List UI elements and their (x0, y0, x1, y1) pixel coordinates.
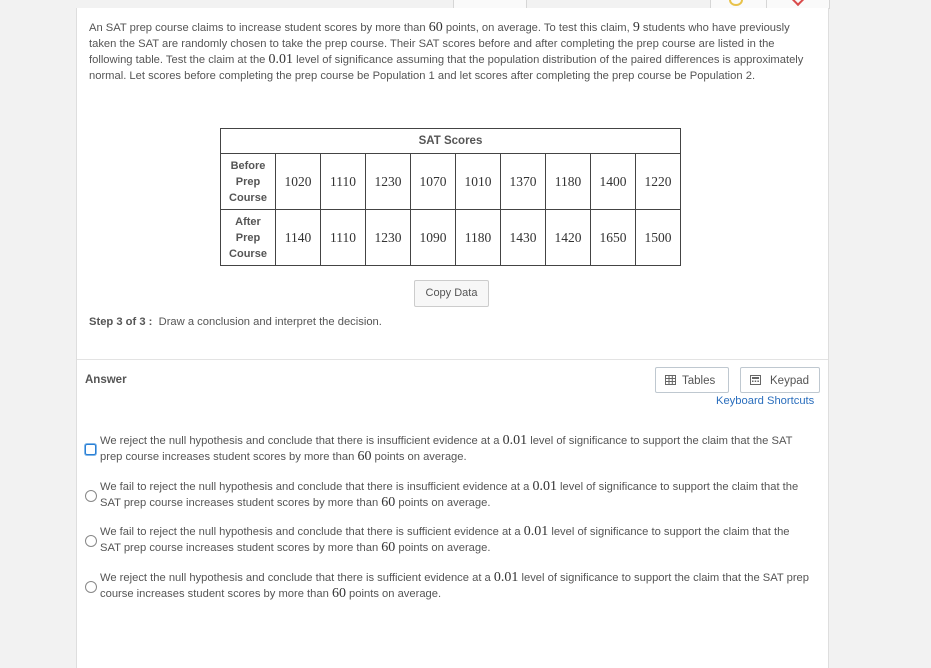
row-header-after: After Prep Course (220, 209, 276, 266)
math-value: 0.01 (268, 52, 294, 67)
table-cell: 1180 (545, 153, 591, 210)
step-label: Step 3 of 3 : (89, 316, 153, 328)
step-text: Draw a conclusion and interpret the deci… (158, 316, 382, 328)
question-text: An SAT prep course claims to increase st… (89, 20, 809, 84)
top-toolbar-strip (0, 0, 931, 9)
table-cell: 1430 (500, 209, 546, 266)
table-cell: 1110 (320, 209, 366, 266)
keypad-button[interactable]: Keypad (740, 367, 820, 393)
tables-button-label: Tables (682, 375, 716, 387)
calculator-icon (750, 375, 761, 385)
keyboard-shortcuts-link[interactable]: Keyboard Shortcuts (716, 395, 814, 407)
math-value: 60 (428, 20, 443, 35)
table-title: SAT Scores (220, 128, 681, 154)
table-cell: 1140 (275, 209, 321, 266)
question-text-part: An SAT prep course claims to increase st… (89, 22, 429, 34)
copy-data-button[interactable]: Copy Data (414, 280, 489, 307)
tables-button[interactable]: Tables (655, 367, 729, 393)
radio-button[interactable] (85, 490, 97, 502)
divider (77, 359, 828, 360)
table-row-after: After Prep Course 1140 1110 1230 1090 1180… (220, 209, 681, 266)
radio-button[interactable] (85, 581, 97, 593)
table-cell: 1020 (275, 153, 321, 210)
answer-option-text[interactable]: We fail to reject the null hypothesis an… (100, 524, 812, 556)
table-cell: 1370 (500, 153, 546, 210)
sat-scores-table: SAT Scores Before Prep Course 1020 1110 12… (220, 128, 681, 266)
table-cell: 1180 (455, 209, 501, 266)
table-cell: 1500 (635, 209, 681, 266)
table-cell: 1650 (590, 209, 636, 266)
table-cell: 1220 (635, 153, 681, 210)
row-header-before: Before Prep Course (220, 153, 276, 210)
table-row-before: Before Prep Course 1020 1110 1230 1070 101… (220, 153, 681, 210)
question-text-part: points, on average. To test this claim, (442, 22, 633, 34)
answer-label: Answer (85, 374, 127, 386)
table-cell: 1400 (590, 153, 636, 210)
answer-option-text[interactable]: We reject the null hypothesis and conclu… (100, 433, 812, 465)
radio-button[interactable] (85, 444, 96, 455)
keypad-button-label: Keypad (770, 375, 810, 387)
radio-button[interactable] (85, 535, 97, 547)
answer-option-text[interactable]: We fail to reject the null hypothesis an… (100, 479, 812, 511)
table-cell: 1070 (410, 153, 456, 210)
answer-option-text[interactable]: We reject the null hypothesis and conclu… (100, 570, 812, 602)
table-icon (665, 375, 676, 385)
help-icon (729, 0, 743, 6)
table-cell: 1230 (365, 153, 411, 210)
question-panel: An SAT prep course claims to increase st… (76, 8, 829, 668)
table-cell: 1420 (545, 209, 591, 266)
step-instruction: Step 3 of 3 : Draw a conclusion and inte… (89, 316, 382, 328)
math-value: 9 (632, 20, 640, 35)
table-cell: 1230 (365, 209, 411, 266)
table-cell: 1090 (410, 209, 456, 266)
chevron-down-icon (790, 0, 806, 7)
table-cell: 1110 (320, 153, 366, 210)
table-cell: 1010 (455, 153, 501, 210)
